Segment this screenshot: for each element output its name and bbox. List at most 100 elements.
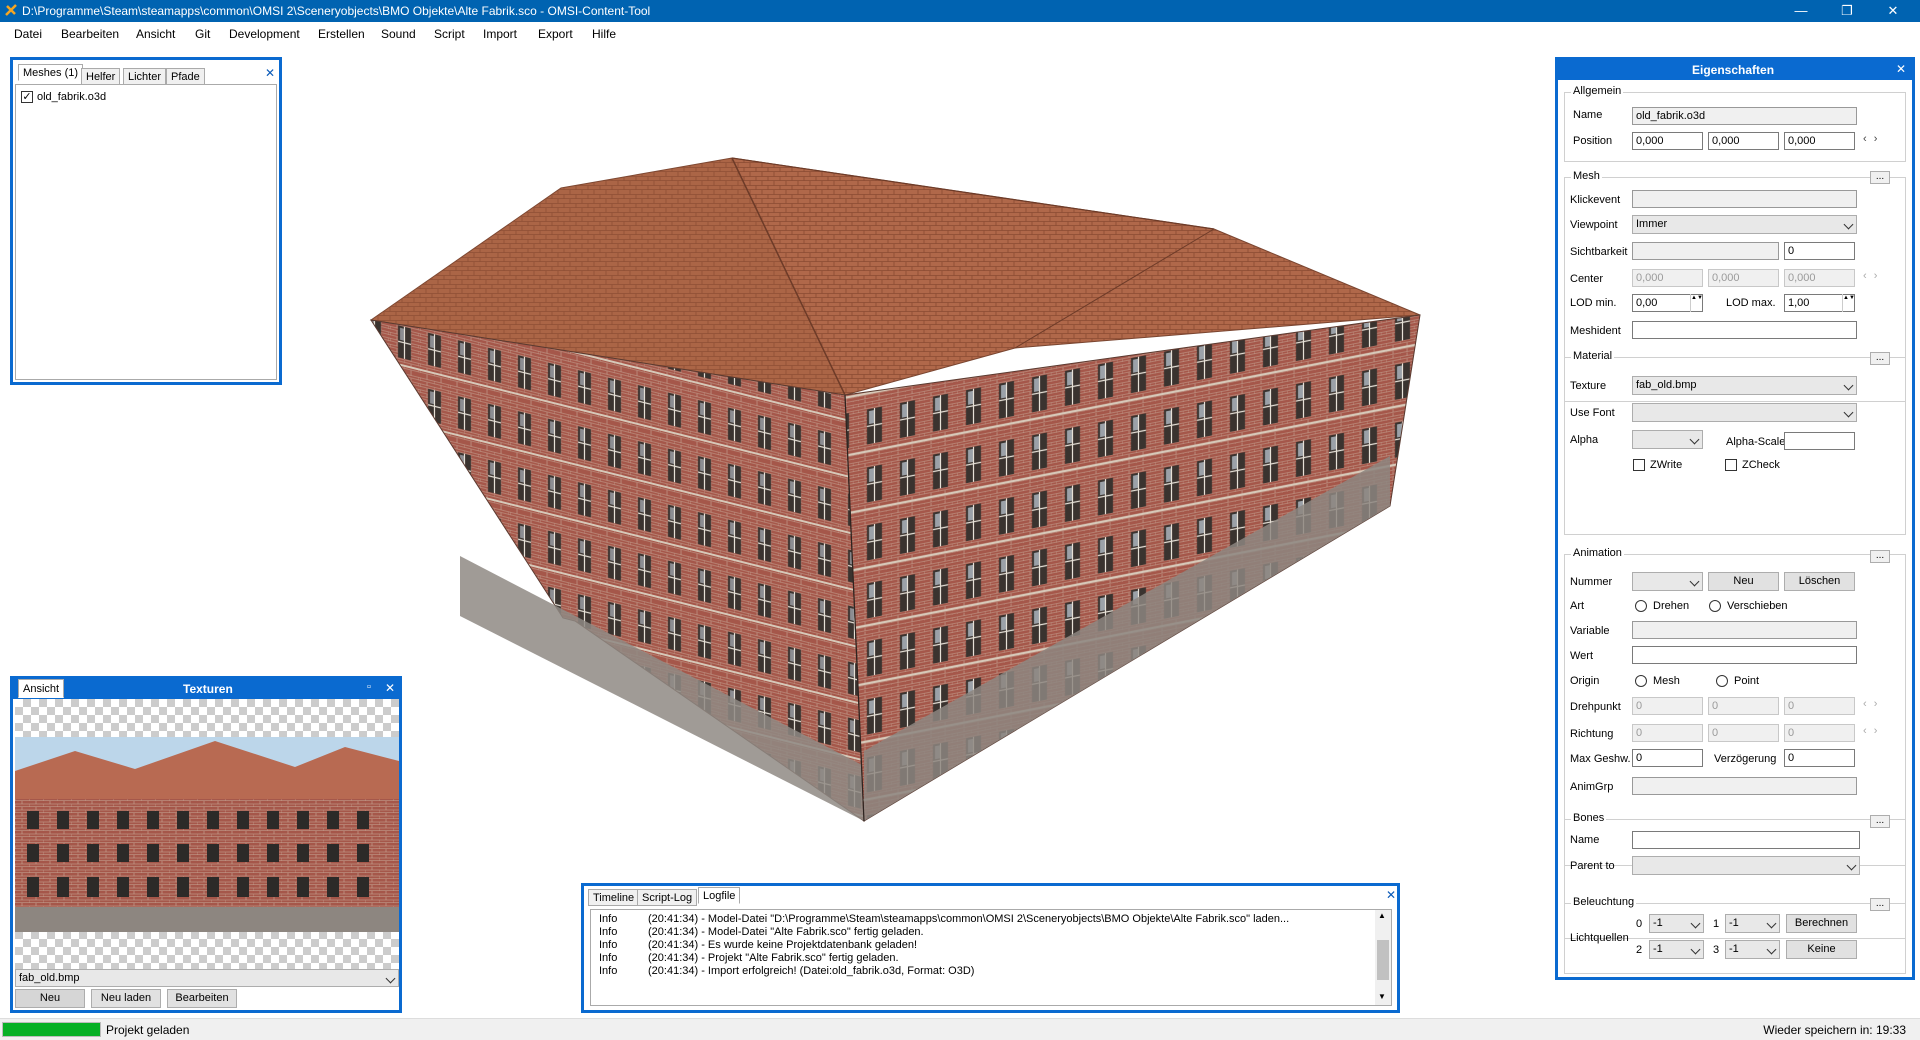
light-2-select[interactable]: -1 <box>1649 940 1704 959</box>
lodmax-spinner-icon[interactable]: ▲▼ <box>1842 294 1855 312</box>
texture-select[interactable]: fab_old.bmp <box>1632 376 1857 395</box>
neu-animation-button[interactable]: Neu <box>1708 572 1779 591</box>
tab-timeline[interactable]: Timeline <box>588 889 640 906</box>
tab-script-log[interactable]: Script-Log <box>637 889 698 906</box>
drehen-radio[interactable] <box>1635 600 1647 612</box>
menu-development[interactable]: Development <box>229 27 300 41</box>
variable-field[interactable] <box>1632 621 1857 639</box>
close-icon[interactable]: ✕ <box>1896 62 1906 76</box>
new-texture-button[interactable]: Neu <box>15 989 85 1008</box>
light-0-select[interactable]: -1 <box>1649 914 1704 933</box>
richtung-x-field: 0 <box>1632 724 1703 742</box>
tab-logfile[interactable]: Logfile <box>698 887 741 904</box>
menu-git[interactable]: Git <box>195 27 210 41</box>
tab-ansicht[interactable]: Ansicht <box>18 679 65 698</box>
group-title: Bones <box>1571 812 1607 824</box>
scroll-down-icon[interactable]: ▼ <box>1378 992 1386 1001</box>
position-z-field[interactable]: 0,000 <box>1784 132 1855 150</box>
tab-pfade[interactable]: Pfade <box>166 68 205 85</box>
zwrite-checkbox[interactable] <box>1633 459 1645 471</box>
menu-erstellen[interactable]: Erstellen <box>318 27 365 41</box>
menu-datei[interactable]: Datei <box>14 27 42 41</box>
list-item[interactable]: ✓ old_fabrik.o3d <box>21 90 261 106</box>
close-window-button[interactable]: ✕ <box>1870 0 1916 22</box>
log-panel: Timeline Script-Log Logfile ✕ Info (20:41… <box>581 883 1400 1013</box>
berechnen-button[interactable]: Berechnen <box>1786 914 1857 933</box>
menu-bearbeiten[interactable]: Bearbeiten <box>61 27 119 41</box>
zcheck-checkbox[interactable] <box>1725 459 1737 471</box>
verschieben-radio[interactable] <box>1709 600 1721 612</box>
close-icon[interactable]: ✕ <box>1384 888 1398 902</box>
nummer-select[interactable] <box>1632 572 1703 591</box>
reload-texture-button[interactable]: Neu laden <box>91 989 161 1008</box>
animation-collapse-button[interactable]: ... <box>1870 550 1890 563</box>
klickevent-field[interactable] <box>1632 190 1857 208</box>
drehpunkt-arrows-icon: ‹ › <box>1863 698 1880 710</box>
menu-bar: Datei Bearbeiten Ansicht Git Development… <box>0 22 1920 46</box>
alpha-select[interactable] <box>1632 430 1703 449</box>
light-index-2: 2 <box>1636 944 1643 956</box>
texture-preview <box>15 699 399 969</box>
viewpoint-select[interactable]: Immer <box>1632 215 1857 234</box>
alphascale-field[interactable] <box>1784 432 1855 450</box>
beleuchtung-collapse-button[interactable]: ... <box>1870 898 1890 911</box>
texture-panel: Texturen ▫ ✕ Ansicht fab_old.bmp Neu Neu… <box>10 676 402 1013</box>
menu-script[interactable]: Script <box>434 27 465 41</box>
sichtbarkeit-value-field[interactable]: 0 <box>1784 242 1855 260</box>
center-label: Center <box>1570 273 1604 285</box>
lodmin-spinner-icon[interactable]: ▲▼ <box>1690 294 1703 312</box>
mesh-visible-checkbox[interactable]: ✓ <box>21 91 33 103</box>
parent-select[interactable] <box>1632 856 1860 875</box>
origin-mesh-label: Mesh <box>1653 675 1680 687</box>
position-x-field[interactable]: 0,000 <box>1632 132 1703 150</box>
status-text: Projekt geladen <box>106 1023 190 1037</box>
alpha-label: Alpha <box>1570 434 1599 446</box>
name-label: Name <box>1573 109 1603 121</box>
menu-sound[interactable]: Sound <box>381 27 416 41</box>
alphascale-label: Alpha-Scale <box>1726 436 1786 448</box>
texture-image <box>15 737 399 932</box>
tab-meshes[interactable]: Meshes (1) <box>18 64 84 81</box>
menu-export[interactable]: Export <box>538 27 573 41</box>
log-scrollbar[interactable]: ▲ ▼ <box>1375 910 1391 1005</box>
zwrite-label: ZWrite <box>1650 459 1683 471</box>
close-icon[interactable]: ✕ <box>385 681 395 695</box>
bone-name-field[interactable] <box>1632 831 1860 849</box>
bones-collapse-button[interactable]: ... <box>1870 815 1890 828</box>
edit-texture-button[interactable]: Bearbeiten <box>167 989 237 1008</box>
wert-field[interactable] <box>1632 646 1857 664</box>
menu-hilfe[interactable]: Hilfe <box>592 27 616 41</box>
light-1-select[interactable]: -1 <box>1725 914 1780 933</box>
position-y-field[interactable]: 0,000 <box>1708 132 1779 150</box>
meshident-field[interactable] <box>1632 321 1857 339</box>
loeschen-animation-button[interactable]: Löschen <box>1784 572 1855 591</box>
keine-button[interactable]: Keine <box>1786 940 1857 959</box>
maxgeshw-label: Max Geshw. <box>1570 753 1631 765</box>
pin-icon[interactable]: ▫ <box>367 681 371 693</box>
light-index-0: 0 <box>1636 918 1643 930</box>
maxgeshw-field[interactable]: 0 <box>1632 749 1703 767</box>
menu-import[interactable]: Import <box>483 27 517 41</box>
texture-select[interactable]: fab_old.bmp <box>15 969 399 987</box>
tab-lichter[interactable]: Lichter <box>123 68 167 85</box>
mesh-collapse-button[interactable]: ... <box>1870 171 1890 184</box>
zcheck-label: ZCheck <box>1742 459 1780 471</box>
menu-ansicht[interactable]: Ansicht <box>136 27 175 41</box>
name-field[interactable]: old_fabrik.o3d <box>1632 107 1857 125</box>
minimize-button[interactable]: — <box>1778 0 1824 22</box>
drehpunkt-label: Drehpunkt <box>1570 701 1621 713</box>
close-icon[interactable]: ✕ <box>263 66 277 80</box>
usefont-select[interactable] <box>1632 403 1857 422</box>
origin-mesh-radio[interactable] <box>1635 675 1647 687</box>
origin-point-radio[interactable] <box>1716 675 1728 687</box>
maximize-button[interactable]: ❐ <box>1824 0 1870 22</box>
tab-helfer[interactable]: Helfer <box>81 68 121 85</box>
light-3-select[interactable]: -1 <box>1725 940 1780 959</box>
scroll-thumb[interactable] <box>1377 940 1389 980</box>
animgrp-field[interactable] <box>1632 777 1857 795</box>
scroll-up-icon[interactable]: ▲ <box>1378 911 1386 920</box>
verzoegerung-field[interactable]: 0 <box>1784 749 1855 767</box>
material-collapse-button[interactable]: ... <box>1870 352 1890 365</box>
position-arrows-icon[interactable]: ‹ › <box>1863 133 1879 145</box>
sichtbarkeit-var-field[interactable] <box>1632 242 1779 260</box>
